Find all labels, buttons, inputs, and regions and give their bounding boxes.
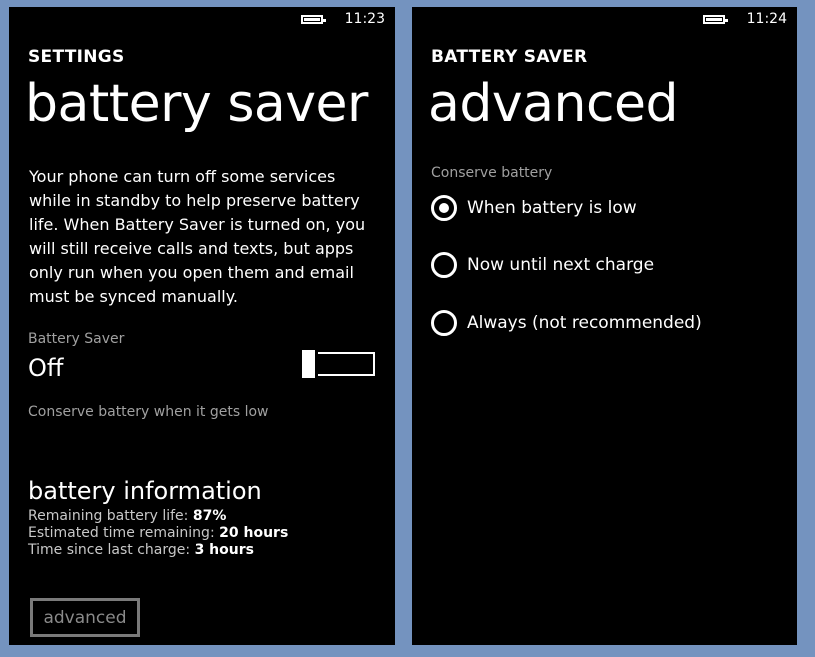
option-label: When battery is low: [467, 198, 637, 218]
radio-unselected-icon: [431, 310, 457, 336]
battery-full-icon: [702, 14, 728, 24]
conserve-battery-link[interactable]: Conserve battery when it gets low: [28, 404, 269, 420]
battery-saver-toggle[interactable]: [302, 350, 375, 378]
since-charge-line: Time since last charge: 3 hours: [28, 542, 254, 558]
option-label: Now until next charge: [467, 255, 655, 275]
estimated-time-value: 20 hours: [219, 525, 289, 541]
page-title: advanced: [428, 74, 679, 134]
status-bar: 11:24: [702, 11, 787, 27]
settings-screen: 11:23 SETTINGS battery saver Your phone …: [9, 7, 395, 645]
remaining-life-value: 87%: [192, 508, 227, 524]
page-title: battery saver: [25, 74, 368, 134]
option-always[interactable]: Always (not recommended): [431, 310, 702, 336]
app-overline: BATTERY SAVER: [431, 47, 588, 67]
description-text: Your phone can turn off some services wh…: [29, 167, 366, 306]
battery-information-heading: battery information: [28, 477, 262, 505]
option-when-battery-low[interactable]: When battery is low: [431, 195, 637, 221]
remaining-life-line: Remaining battery life: 87%: [28, 508, 227, 524]
estimated-time-line: Estimated time remaining: 20 hours: [28, 525, 289, 541]
clock: 11:24: [746, 11, 787, 27]
radio-unselected-icon: [431, 252, 457, 278]
since-charge-value: 3 hours: [194, 542, 254, 558]
app-overline: SETTINGS: [28, 47, 125, 67]
battery-full-icon: [300, 14, 326, 24]
toggle-track: [312, 352, 375, 376]
battery-information: Remaining battery life: 87% Estimated ti…: [28, 508, 288, 559]
radio-selected-icon: [431, 195, 457, 221]
battery-saver-label: Battery Saver: [28, 331, 125, 347]
toggle-thumb: [302, 350, 318, 378]
conserve-battery-label: Conserve battery: [431, 165, 553, 181]
option-now-until-next-charge[interactable]: Now until next charge: [431, 252, 654, 278]
advanced-button[interactable]: advanced: [30, 598, 140, 637]
clock: 11:23: [344, 11, 385, 27]
status-bar: 11:23: [300, 11, 385, 27]
option-label: Always (not recommended): [467, 313, 702, 333]
advanced-screen: 11:24 BATTERY SAVER advanced Conserve ba…: [412, 7, 797, 645]
battery-saver-state: Off: [28, 354, 64, 382]
